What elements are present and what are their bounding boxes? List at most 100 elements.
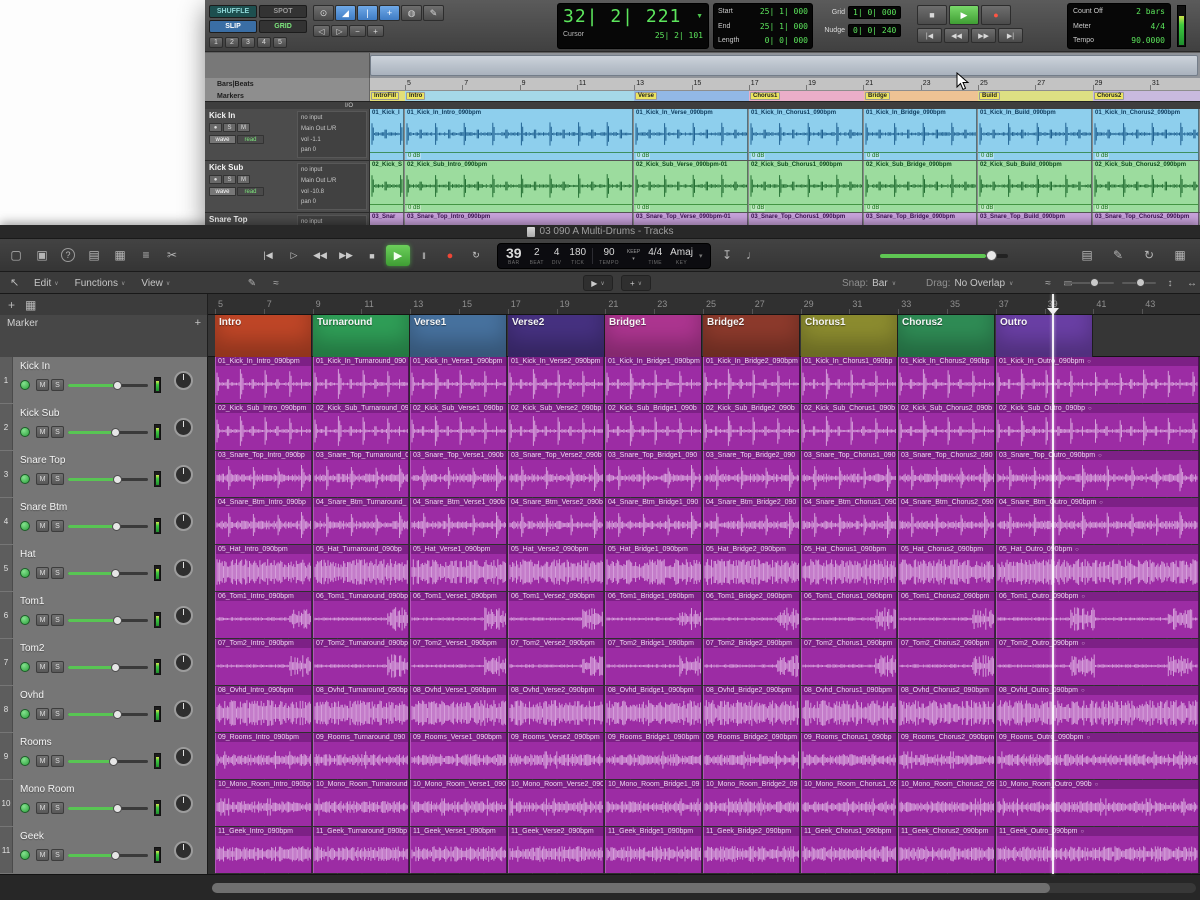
solo-button[interactable]: S — [51, 661, 64, 673]
track-header[interactable]: Kick In●SMwavereadno inputMain Out L/Rvo… — [205, 109, 370, 161]
audio-region[interactable]: 01_Kick_In_Bridge2_090bpm — [703, 357, 800, 403]
master-volume-slider[interactable] — [880, 254, 1008, 258]
audio-region[interactable]: 11_Geek_Verse1_090bpm — [410, 827, 507, 873]
section-marker-turnaround[interactable]: Turnaround — [313, 315, 410, 357]
go-to-end-button[interactable]: ▶| — [998, 28, 1023, 43]
rewind-button[interactable]: ◀◀ — [308, 245, 332, 266]
solo-button[interactable]: S — [51, 802, 64, 814]
audio-region[interactable]: 05_Hat_Verse1_090bpm — [410, 545, 507, 591]
volume-fader[interactable] — [68, 572, 148, 575]
mute-button[interactable]: M — [36, 755, 49, 767]
audio-region[interactable]: 10_Mono_Room_Intro_090bp — [215, 780, 312, 826]
audio-region[interactable]: 09_Rooms_Verse1_090bpm — [410, 733, 507, 779]
solo-button[interactable]: S — [51, 473, 64, 485]
track-on-button[interactable] — [20, 568, 30, 578]
track-header[interactable]: 6Tom1MS — [0, 592, 208, 639]
volume-fader[interactable] — [68, 713, 148, 716]
audio-region[interactable]: 06_Tom1_Chorus2_090bpm — [898, 592, 995, 638]
track-on-button[interactable] — [20, 521, 30, 531]
audio-region[interactable]: 05_Hat_Verse2_090bpm — [508, 545, 604, 591]
audio-region[interactable]: 06_Tom1_Turnaround_090bp — [313, 592, 409, 638]
smart-controls-icon[interactable]: ▦ — [110, 245, 130, 265]
mute-button[interactable]: M — [36, 379, 49, 391]
pan-knob[interactable] — [174, 465, 193, 484]
volume-readout[interactable]: vol -1.1 — [301, 135, 363, 146]
zoom-out-button[interactable]: − — [349, 25, 366, 37]
record-button[interactable]: ● — [981, 5, 1011, 25]
pan-knob[interactable] — [174, 700, 193, 719]
menu-edit[interactable]: Edit∨ — [34, 278, 59, 289]
go-to-start-button[interactable]: |◀ — [917, 28, 942, 43]
audio-region[interactable]: 07_Tom2_Bridge1_090bpm — [605, 639, 702, 685]
audio-region[interactable]: 01_Kick_In_Verse2_090bpm — [508, 357, 604, 403]
rewind-button[interactable]: ◀◀ — [944, 28, 969, 43]
audio-region[interactable]: 11_Geek_Bridge1_090bpm — [605, 827, 702, 873]
section-marker-verse2[interactable]: Verse2 — [508, 315, 605, 357]
volume-fader[interactable] — [68, 619, 148, 622]
go-to-beginning-button[interactable]: |◀ — [256, 245, 280, 266]
solo-button[interactable]: S — [51, 708, 64, 720]
track-grid-icon[interactable]: ▦ — [25, 298, 36, 312]
audio-region[interactable]: 08_Ovhd_Outro_090bpm○ — [996, 686, 1199, 732]
marker-verse[interactable]: Verse — [635, 92, 657, 100]
track-on-button[interactable] — [20, 803, 30, 813]
pan-readout[interactable]: pan 0 — [301, 197, 363, 208]
add-track-button[interactable]: + — [8, 298, 15, 312]
audio-region[interactable]: 08_Ovhd_Turnaround_090bp — [313, 686, 409, 732]
solo-button[interactable]: S — [51, 520, 64, 532]
zoomer-tool[interactable]: ⊙ — [313, 5, 334, 21]
audio-region[interactable]: 02_Kick_Sub_Intro_090bpm — [215, 404, 312, 450]
scrubber-tool[interactable]: ◍ — [401, 5, 422, 21]
playhead[interactable] — [1052, 294, 1054, 874]
audio-region[interactable]: 09_Rooms_Bridge2_090bpm — [703, 733, 800, 779]
audio-region[interactable]: 06_Tom1_Bridge1_090bpm — [605, 592, 702, 638]
audio-region[interactable]: 03_Snare_Top_Chorus1_090 — [801, 451, 897, 497]
menu-view[interactable]: View∨ — [141, 278, 170, 289]
wave-view-button[interactable]: wave — [209, 135, 236, 144]
metronome-icon[interactable]: ♩ — [742, 245, 762, 265]
volume-fader[interactable] — [68, 760, 148, 763]
flex-icon[interactable]: ≈ — [268, 275, 284, 291]
memory-location-1[interactable]: 1 — [209, 37, 223, 48]
counter-dropdown-icon[interactable]: ▼ — [696, 13, 703, 20]
pan-knob[interactable] — [174, 606, 193, 625]
fast-forward-button[interactable]: ▶▶ — [971, 28, 996, 43]
pan-knob[interactable] — [174, 512, 193, 531]
audio-region[interactable]: 10_Mono_Room_Chorus1_09 — [801, 780, 897, 826]
solo-button[interactable]: S — [51, 755, 64, 767]
audio-region[interactable]: 03_Snare_Top_Verse1_090b — [410, 451, 507, 497]
bars-beats-ruler[interactable]: Bars|Beats 5791113151719212325272931 — [205, 78, 1200, 91]
edit-mode-grid[interactable]: GRID — [259, 20, 307, 33]
audio-region[interactable]: 02_Kick_Sub_Chorus2_090bpm0 dB — [1093, 161, 1199, 212]
audio-region[interactable]: 03_Snar — [370, 213, 404, 225]
audio-region[interactable]: 08_Ovhd_Bridge1_090bpm — [605, 686, 702, 732]
audio-region[interactable]: 05_Hat_Outro_090bpm○ — [996, 545, 1199, 591]
audio-region[interactable]: 07_Tom2_Verse2_090bpm — [508, 639, 604, 685]
snap-menu[interactable]: Snap: Bar ∨ — [842, 272, 896, 294]
browsers-icon[interactable]: ▦ — [1170, 245, 1190, 265]
stop-button[interactable]: ■ — [360, 245, 384, 266]
audio-region[interactable]: 08_Ovhd_Bridge2_090bpm — [703, 686, 800, 732]
scissors-icon[interactable]: ✂ — [162, 245, 182, 265]
bar-ruler[interactable]: + ▦ 579111315171921232527293133353739414… — [0, 294, 1200, 315]
audio-region[interactable]: 04_Snare_Btm_Intro_090bp — [215, 498, 312, 544]
section-marker-verse1[interactable]: Verse1 — [410, 315, 507, 357]
pan-knob[interactable] — [174, 559, 193, 578]
mute-button[interactable]: M — [36, 661, 49, 673]
audio-region[interactable]: 01_Kick_In_Build_090bpm0 dB — [978, 109, 1092, 160]
stop-button[interactable]: ■ — [917, 5, 947, 25]
lcd-tempo-mode[interactable]: KEEP ▾ — [623, 245, 644, 267]
mute-button[interactable]: M — [36, 614, 49, 626]
audio-region[interactable]: 11_Geek_Chorus2_090bpm — [898, 827, 995, 873]
audio-region[interactable]: 09_Rooms_Verse2_090bpm — [508, 733, 604, 779]
audio-region[interactable]: 03_Snare_Top_Build_090bpm0 dB — [978, 213, 1092, 225]
horizontal-zoom-slider[interactable] — [1064, 282, 1114, 284]
record-arm-button[interactable]: ● — [209, 175, 222, 184]
audio-region[interactable]: 10_Mono_Room_Verse1_090 — [410, 780, 507, 826]
audio-region[interactable]: 11_Geek_Bridge2_090bpm — [703, 827, 800, 873]
audio-region[interactable]: 10_Mono_Room_Bridge2_09 — [703, 780, 800, 826]
audio-region[interactable]: 06_Tom1_Chorus1_090bpm — [801, 592, 897, 638]
audio-region[interactable]: 02_Kick_Sub_Outro_090bp○ — [996, 404, 1199, 450]
section-marker-intro[interactable]: Intro — [215, 315, 312, 357]
audio-region[interactable]: 06_Tom1_Bridge2_090bpm — [703, 592, 800, 638]
